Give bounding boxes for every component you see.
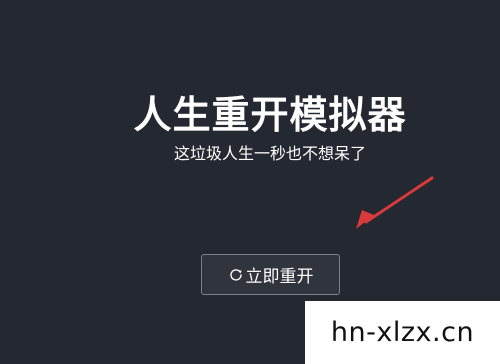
restart-button-label: 立即重开 bbox=[245, 267, 314, 287]
page-title: 人生重开模拟器 bbox=[133, 93, 407, 137]
start-screen: 人生重开模拟器 这垃圾人生一秒也不想呆了 立即重开 hn-xlzx.cn bbox=[0, 0, 500, 364]
red-arrow-annotation bbox=[356, 176, 434, 229]
page-subtitle: 这垃圾人生一秒也不想呆了 bbox=[173, 144, 366, 163]
restart-button[interactable]: 立即重开 bbox=[201, 254, 340, 295]
refresh-icon bbox=[228, 267, 244, 283]
watermark: hn-xlzx.cn bbox=[305, 301, 500, 364]
